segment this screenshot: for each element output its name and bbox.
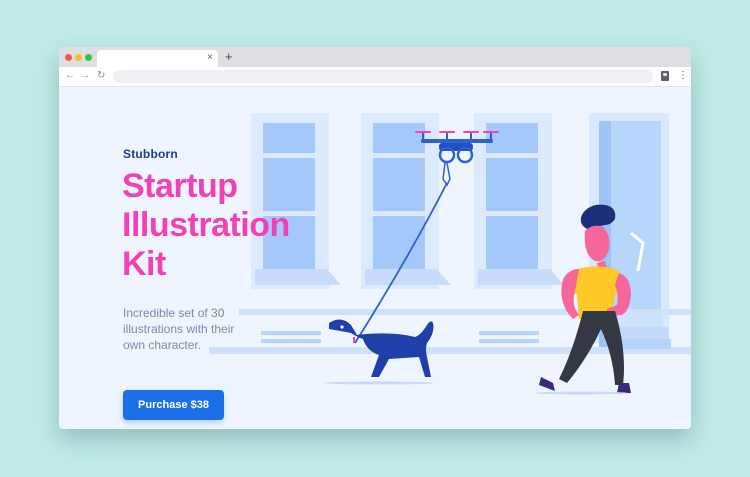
page-content: Stubborn Startup Illustration Kit Incred… [59, 87, 691, 429]
profile-icon[interactable] [661, 71, 669, 81]
menu-icon[interactable]: ⋮ [678, 70, 688, 82]
reload-icon[interactable]: ↻ [97, 69, 105, 83]
plus-icon[interactable]: + [225, 49, 233, 65]
browser-tab[interactable]: × [97, 50, 218, 67]
purchase-button[interactable]: Purchase $38 [123, 390, 224, 420]
description: Incredible set of 30 illustrations with … [123, 306, 235, 352]
brand-name: Stubborn [123, 147, 178, 161]
page-title: Startup Illustration Kit [122, 167, 352, 284]
minimize-window-button[interactable] [75, 54, 82, 61]
address-bar[interactable] [113, 70, 653, 83]
back-arrow-icon[interactable]: ← [65, 69, 75, 83]
title-line: Startup [122, 167, 238, 205]
title-line: Illustration [122, 206, 290, 244]
close-icon[interactable]: × [207, 51, 213, 65]
browser-window: × + ← → ↻ ⋮ Stubborn Startup Illustratio… [59, 47, 691, 429]
close-window-button[interactable] [65, 54, 72, 61]
forward-arrow-icon[interactable]: → [80, 69, 90, 83]
maximize-window-button[interactable] [85, 54, 92, 61]
title-line: Kit [122, 245, 166, 283]
tab-strip: × + [59, 47, 691, 67]
browser-toolbar: ← → ↻ ⋮ [59, 67, 691, 87]
